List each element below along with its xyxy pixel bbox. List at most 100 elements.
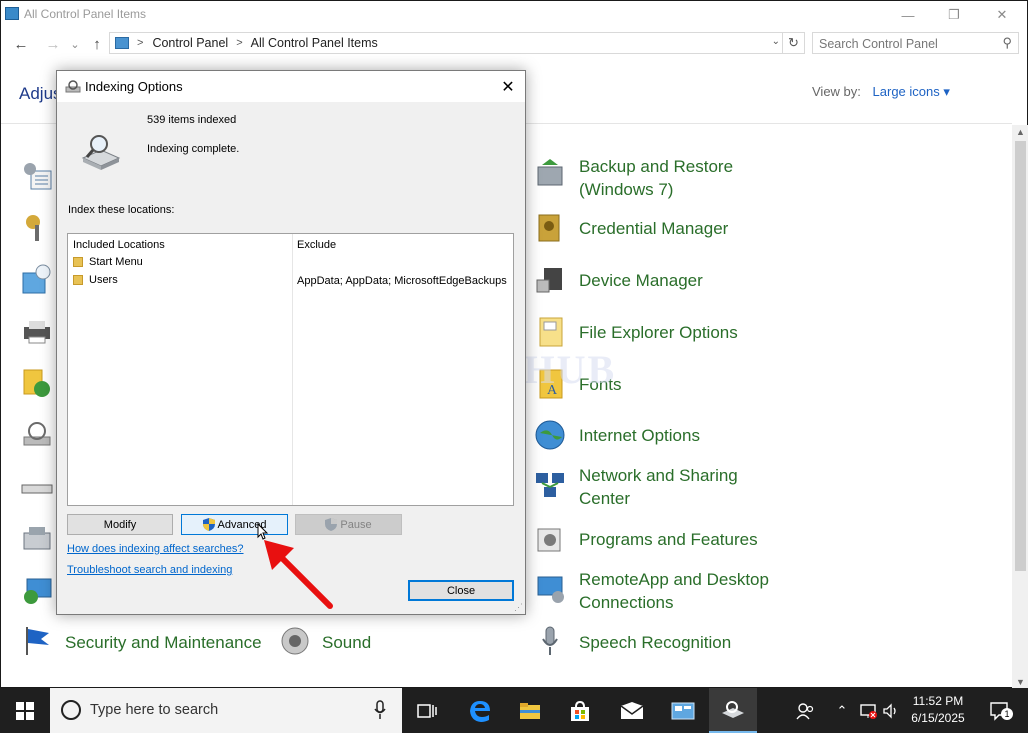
devices-printers-icon[interactable] xyxy=(21,315,53,347)
people-icon xyxy=(796,702,814,719)
red-arrow-icon xyxy=(264,540,333,609)
file-explorer-options-icon[interactable] xyxy=(534,316,566,348)
speaker-icon[interactable] xyxy=(279,625,311,657)
location-name: Users xyxy=(89,274,118,286)
breadcrumb-control-panel[interactable]: Control Panel xyxy=(152,36,228,50)
view-by-dropdown[interactable]: Large icons ▾ xyxy=(873,84,950,99)
microphone-icon[interactable] xyxy=(374,700,386,720)
location-exclude: AppData; AppData; MicrosoftEdgeBackups xyxy=(297,275,507,287)
people-button[interactable] xyxy=(790,688,820,733)
modify-label: Modify xyxy=(103,518,137,531)
control-panel-icon xyxy=(115,37,129,49)
credential-manager-icon[interactable] xyxy=(534,212,566,244)
taskbar-indexing-options[interactable] xyxy=(709,688,757,733)
locations-table[interactable]: Included Locations Exclude Start Menu Us… xyxy=(67,233,514,506)
recovery-icon[interactable] xyxy=(21,575,53,607)
modify-button[interactable]: Modify xyxy=(67,514,173,535)
minimize-button[interactable]: — xyxy=(885,1,931,29)
microphone-icon[interactable] xyxy=(534,625,566,657)
internet-options-icon[interactable] xyxy=(534,419,566,451)
indexing-affect-link[interactable]: How does indexing affect searches? xyxy=(67,543,244,555)
cp-item-remoteapp[interactable]: RemoteApp and Desktop Connections xyxy=(579,568,779,614)
file-history-icon[interactable] xyxy=(21,367,53,399)
scrollbar-thumb[interactable] xyxy=(1015,141,1026,571)
notification-count: 1 xyxy=(1001,708,1013,720)
forward-button[interactable]: → xyxy=(43,34,63,54)
breadcrumb-separator: > xyxy=(137,37,144,49)
administrative-tools-icon[interactable] xyxy=(21,159,53,191)
dialog-title-bar: Indexing Options ✕ xyxy=(57,71,525,102)
action-center-button[interactable]: 1 xyxy=(984,688,1014,733)
refresh-button[interactable]: ↻ xyxy=(783,32,805,54)
cp-item-file-explorer-options[interactable]: File Explorer Options xyxy=(579,321,738,344)
network-sharing-icon[interactable] xyxy=(534,469,566,501)
phone-modem-icon[interactable] xyxy=(21,523,53,555)
keyboard-icon[interactable] xyxy=(21,471,53,503)
close-button[interactable]: ✕ xyxy=(979,1,1025,29)
taskbar-store[interactable] xyxy=(556,688,604,733)
address-bar[interactable]: > Control Panel > All Control Panel Item… xyxy=(109,32,783,54)
column-header-included[interactable]: Included Locations xyxy=(73,239,165,251)
taskbar-search-box[interactable]: Type here to search xyxy=(50,688,402,733)
taskbar-edge[interactable] xyxy=(456,688,504,733)
network-status-button[interactable] xyxy=(856,688,880,733)
cp-item-network-sharing[interactable]: Network and Sharing Center xyxy=(579,464,759,510)
task-view-button[interactable] xyxy=(403,688,451,733)
vertical-scrollbar[interactable]: ▲ ▼ xyxy=(1012,125,1028,689)
indexing-options-icon[interactable] xyxy=(21,419,53,451)
chevron-down-icon[interactable]: ⌄ xyxy=(772,36,780,47)
cp-item-sound[interactable]: Sound xyxy=(322,631,371,654)
taskbar-mail[interactable] xyxy=(608,688,656,733)
navigation-bar: ← → ⌄ ↑ > Control Panel > All Control Pa… xyxy=(1,31,1027,57)
pause-label: Pause xyxy=(340,518,372,531)
maximize-button[interactable]: ❐ xyxy=(931,1,977,29)
key-icon[interactable] xyxy=(21,211,53,243)
date-time-icon[interactable] xyxy=(21,263,53,295)
cortana-icon xyxy=(61,700,81,720)
backup-restore-icon[interactable] xyxy=(534,157,566,189)
taskbar-search-placeholder: Type here to search xyxy=(90,702,219,718)
taskbar-file-explorer[interactable] xyxy=(506,688,554,733)
folder-icon xyxy=(73,275,83,285)
resize-grip-icon[interactable]: ⋰ xyxy=(514,602,523,613)
troubleshoot-link[interactable]: Troubleshoot search and indexing xyxy=(67,564,232,576)
search-placeholder: Search Control Panel xyxy=(819,37,938,51)
cp-item-backup-restore[interactable]: Backup and Restore (Windows 7) xyxy=(579,155,759,201)
locations-label: Index these locations: xyxy=(68,204,175,216)
device-manager-icon[interactable] xyxy=(534,264,566,296)
store-icon xyxy=(571,700,589,721)
taskbar-control-panel[interactable] xyxy=(659,688,707,733)
dialog-close-icon[interactable]: ✕ xyxy=(491,71,525,102)
cp-item-speech-recognition[interactable]: Speech Recognition xyxy=(579,631,731,654)
breadcrumb-all-items[interactable]: All Control Panel Items xyxy=(251,36,378,50)
clock-date: 6/15/2025 xyxy=(911,711,965,725)
table-row[interactable]: Users xyxy=(73,274,118,286)
cp-item-security-maintenance[interactable]: Security and Maintenance xyxy=(65,631,262,654)
cp-item-programs-features[interactable]: Programs and Features xyxy=(579,528,758,551)
show-hidden-icons-button[interactable]: ⌃ xyxy=(832,688,852,733)
scroll-down-icon[interactable]: ▼ xyxy=(1016,677,1025,687)
pause-button[interactable]: Pause xyxy=(295,514,402,535)
breadcrumb-separator: > xyxy=(236,37,243,49)
flag-icon[interactable] xyxy=(21,625,53,657)
folder-icon xyxy=(520,702,540,719)
cp-item-device-manager[interactable]: Device Manager xyxy=(579,269,703,292)
cp-item-credential-manager[interactable]: Credential Manager xyxy=(579,217,728,240)
recent-locations-button[interactable]: ⌄ xyxy=(65,34,85,54)
cp-item-internet-options[interactable]: Internet Options xyxy=(579,424,700,447)
taskbar-clock[interactable]: 11:52 PM 6/15/2025 xyxy=(898,693,978,727)
search-input[interactable]: Search Control Panel ⚲ xyxy=(812,32,1019,54)
advanced-button[interactable]: Advanced xyxy=(181,514,288,535)
close-dialog-button[interactable]: Close xyxy=(408,580,514,601)
remoteapp-icon[interactable] xyxy=(534,573,566,605)
up-button[interactable]: ↑ xyxy=(87,34,107,54)
table-row[interactable]: Start Menu xyxy=(73,256,143,268)
indexing-status: Indexing complete. xyxy=(147,143,240,155)
view-by-label: View by: xyxy=(812,84,861,99)
search-icon: ⚲ xyxy=(1002,35,1012,50)
scroll-up-icon[interactable]: ▲ xyxy=(1016,127,1025,137)
start-button[interactable] xyxy=(0,688,50,733)
column-header-exclude[interactable]: Exclude xyxy=(297,239,336,251)
back-button[interactable]: ← xyxy=(11,34,31,54)
programs-features-icon[interactable] xyxy=(534,523,566,555)
